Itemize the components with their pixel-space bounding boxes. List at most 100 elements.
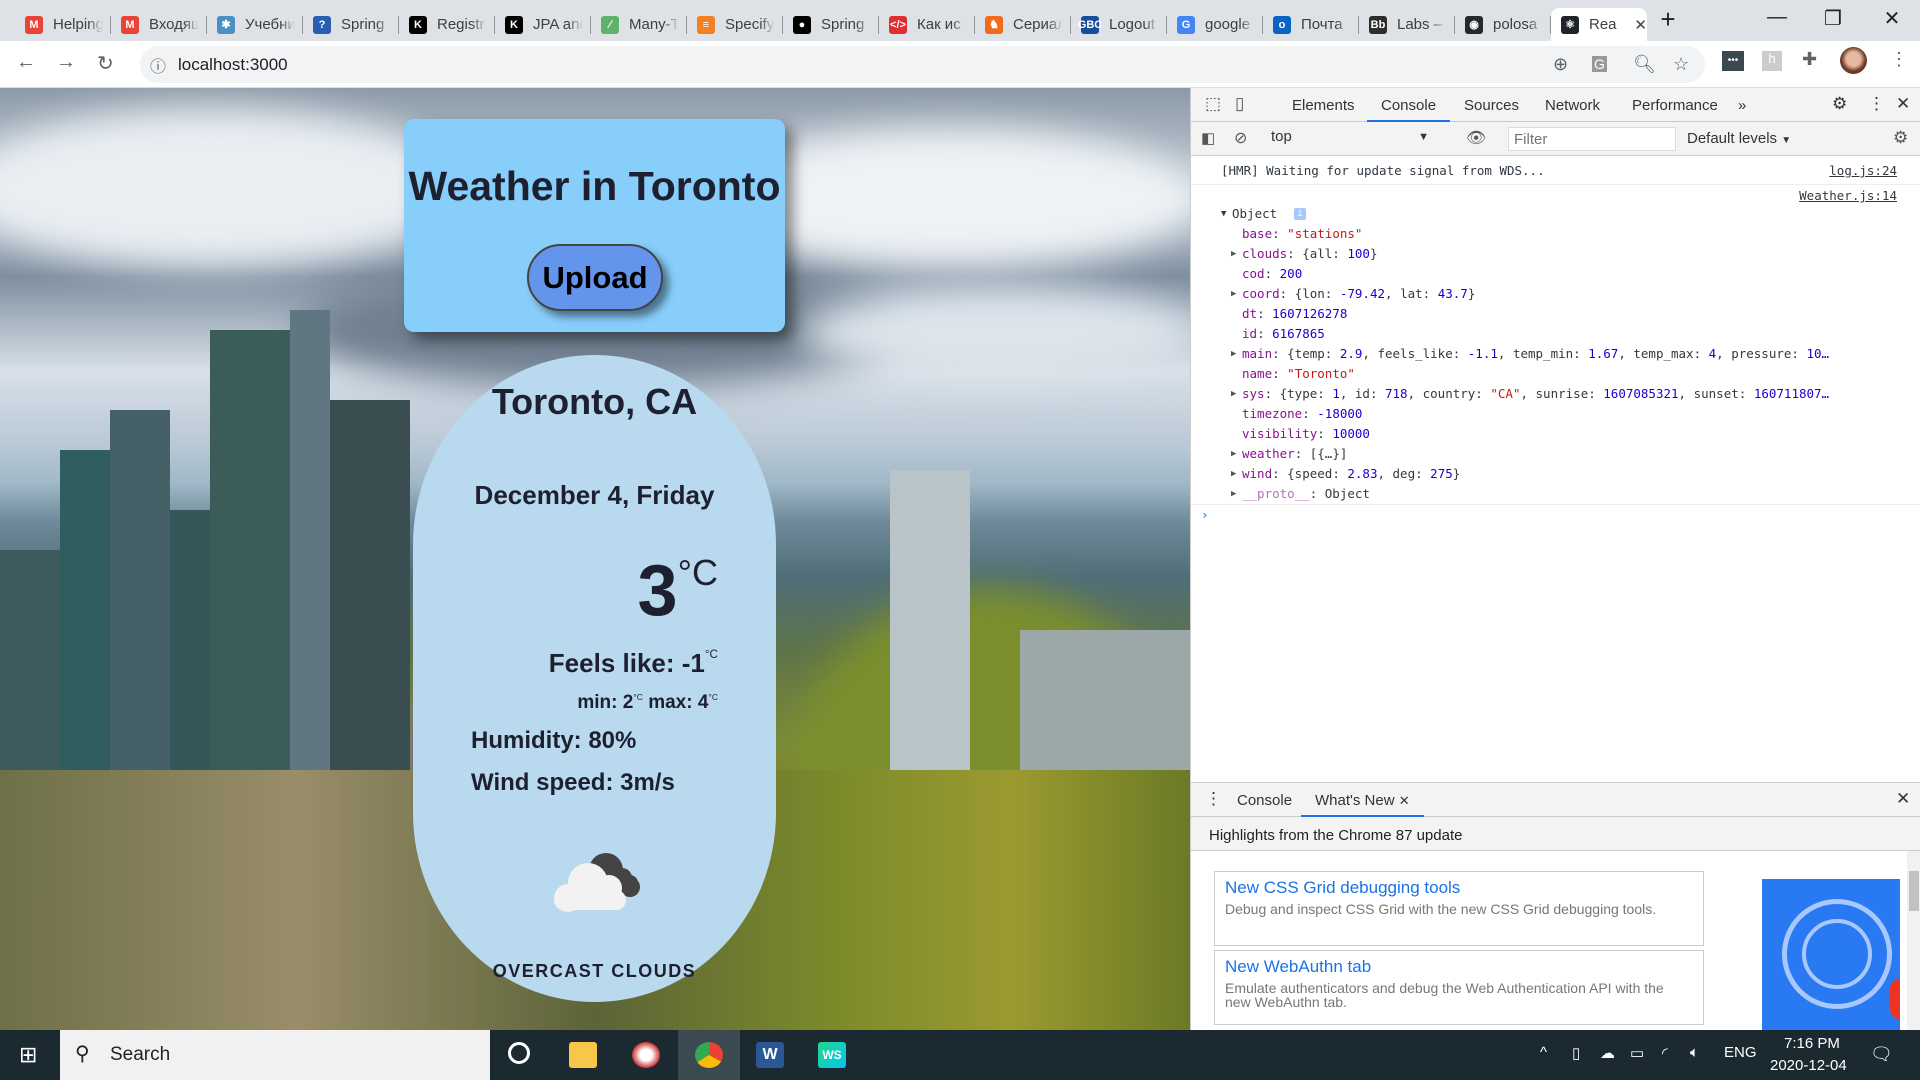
- file-explorer-icon[interactable]: [569, 1042, 597, 1068]
- expand-triangle-icon[interactable]: ▶: [1231, 484, 1236, 504]
- browser-tab[interactable]: ♞ Сериал: [975, 8, 1071, 41]
- volume-icon[interactable]: 🔈︎: [1690, 1044, 1699, 1061]
- source-link[interactable]: log.js:24: [1829, 161, 1897, 181]
- browser-tab[interactable]: GBC Logout: [1071, 8, 1167, 41]
- browser-tab[interactable]: ? Spring: [303, 8, 399, 41]
- browser-tab[interactable]: o Почта: [1263, 8, 1359, 41]
- avatar[interactable]: [1840, 47, 1867, 74]
- zoom-icon[interactable]: 🔍︎: [1633, 54, 1656, 75]
- log-levels-select[interactable]: Default levels ▼: [1687, 130, 1791, 147]
- tab-network[interactable]: Network: [1545, 97, 1600, 114]
- translate-icon[interactable]: G: [1592, 56, 1607, 72]
- honey-extension-icon[interactable]: h: [1762, 51, 1782, 71]
- taskbar-search[interactable]: ⚲ Search: [60, 1030, 490, 1080]
- drawer-tab-console[interactable]: Console: [1237, 792, 1292, 809]
- clear-console-icon[interactable]: ⊘: [1234, 128, 1247, 148]
- inspect-element-icon[interactable]: ⬚: [1205, 94, 1221, 114]
- drawer-menu-icon[interactable]: ⋮: [1205, 789, 1222, 809]
- device-toolbar-icon[interactable]: ▯: [1235, 94, 1244, 114]
- expand-triangle-icon[interactable]: ▶: [1231, 384, 1236, 404]
- tab-performance[interactable]: Performance: [1632, 97, 1718, 114]
- url-text[interactable]: localhost:3000: [178, 55, 288, 75]
- clock-time[interactable]: 7:16 PM: [1784, 1035, 1840, 1052]
- sidebar-toggle-icon[interactable]: ◧: [1201, 129, 1215, 147]
- object-property[interactable]: ▶ weather: [{…}]: [1191, 444, 1920, 464]
- console-prompt[interactable]: ›: [1191, 504, 1920, 524]
- browser-tab[interactable]: K JPA and: [495, 8, 591, 41]
- expand-triangle-icon[interactable]: ▶: [1231, 444, 1236, 464]
- source-link[interactable]: Weather.js:14: [1799, 186, 1897, 206]
- whats-new-card[interactable]: New WebAuthn tab Emulate authenticators a…: [1214, 950, 1704, 1025]
- card-title[interactable]: New WebAuthn tab: [1225, 957, 1693, 977]
- object-property[interactable]: ▶ wind: {speed: 2.83, deg: 275}: [1191, 464, 1920, 484]
- browser-tab[interactable]: Bb Labs –: [1359, 8, 1455, 41]
- close-tab-icon[interactable]: ✕: [1399, 793, 1410, 808]
- extensions-puzzle-icon[interactable]: ✚: [1802, 49, 1817, 70]
- extension-icon[interactable]: •••: [1722, 51, 1744, 71]
- language-indicator[interactable]: ENG: [1724, 1044, 1757, 1061]
- clock-date[interactable]: 2020-12-04: [1770, 1057, 1847, 1074]
- info-icon[interactable]: ⓘ: [150, 53, 166, 77]
- tab-active[interactable]: ⚛ Rea ✕: [1551, 8, 1647, 41]
- expand-triangle-icon[interactable]: ▶: [1231, 464, 1236, 484]
- omnibox[interactable]: ⓘ localhost:3000 ⊕ G 🔍︎ ☆: [140, 46, 1705, 83]
- expand-triangle-icon[interactable]: ▼: [1221, 204, 1226, 224]
- close-devtools-icon[interactable]: ✕: [1896, 94, 1910, 114]
- browser-tab[interactable]: ≡ Specify: [687, 8, 783, 41]
- object-property[interactable]: ▶ clouds: {all: 100}: [1191, 244, 1920, 264]
- expand-triangle-icon[interactable]: ▶: [1231, 244, 1236, 264]
- browser-tab[interactable]: K Registr: [399, 8, 495, 41]
- browser-tab[interactable]: ● Spring: [783, 8, 879, 41]
- more-tabs-icon[interactable]: »: [1738, 97, 1746, 114]
- card-title[interactable]: New CSS Grid debugging tools: [1225, 878, 1693, 898]
- maximize-button[interactable]: ❐: [1813, 6, 1853, 31]
- back-icon[interactable]: ←: [16, 51, 36, 74]
- close-window-button[interactable]: ✕: [1872, 6, 1912, 31]
- object-header[interactable]: ▼ Object i: [1191, 204, 1920, 224]
- word-icon[interactable]: W: [756, 1042, 784, 1068]
- webstorm-icon[interactable]: WS: [818, 1042, 846, 1068]
- install-icon[interactable]: ⊕: [1553, 54, 1568, 75]
- upload-button[interactable]: Upload: [527, 244, 663, 311]
- console-filter-input[interactable]: [1508, 127, 1676, 151]
- expand-triangle-icon[interactable]: ▶: [1231, 344, 1236, 364]
- tab-console[interactable]: Console: [1366, 97, 1451, 122]
- object-property[interactable]: ▶ __proto__: Object: [1191, 484, 1920, 504]
- browser-tab[interactable]: ∕ Many-T: [591, 8, 687, 41]
- chrome-icon[interactable]: [695, 1042, 723, 1068]
- context-select[interactable]: top ▼: [1269, 128, 1429, 150]
- browser-tab[interactable]: </> Как ис: [879, 8, 975, 41]
- close-drawer-icon[interactable]: ✕: [1896, 789, 1910, 809]
- console-settings-icon[interactable]: ⚙: [1893, 128, 1908, 148]
- browser-tab[interactable]: ◉ polosa: [1455, 8, 1551, 41]
- more-options-icon[interactable]: ⋮: [1868, 94, 1885, 114]
- browser-tab[interactable]: Ggoogle: [1167, 8, 1263, 41]
- expand-triangle-icon[interactable]: ▶: [1231, 284, 1236, 304]
- battery-icon[interactable]: ▭: [1630, 1044, 1644, 1062]
- whats-new-card[interactable]: New CSS Grid debugging tools Debug and in…: [1214, 871, 1704, 946]
- new-tab-button[interactable]: +: [1648, 4, 1688, 35]
- notifications-icon[interactable]: 🗨︎: [1870, 1044, 1893, 1065]
- object-property[interactable]: ▶ sys: {type: 1, id: 718, country: "CA", …: [1191, 384, 1920, 404]
- cortana-icon[interactable]: [508, 1042, 530, 1064]
- browser-tab[interactable]: M Helping: [15, 8, 111, 41]
- show-hidden-icons[interactable]: ^: [1540, 1044, 1547, 1061]
- forward-icon[interactable]: →: [56, 51, 76, 74]
- drawer-tab-whats-new[interactable]: What's New ✕: [1301, 792, 1424, 817]
- windows-start-icon[interactable]: ⊞: [19, 1042, 37, 1068]
- live-expression-eye-icon[interactable]: 👁︎: [1466, 128, 1486, 148]
- meet-now-icon[interactable]: ▯: [1572, 1044, 1580, 1062]
- tab-elements[interactable]: Elements: [1292, 97, 1355, 114]
- settings-gear-icon[interactable]: ⚙: [1832, 94, 1847, 114]
- tab-sources[interactable]: Sources: [1464, 97, 1519, 114]
- object-property[interactable]: ▶ coord: {lon: -79.42, lat: 43.7}: [1191, 284, 1920, 304]
- drawer-scrollbar[interactable]: [1907, 851, 1920, 1031]
- onedrive-icon[interactable]: ☁: [1600, 1044, 1615, 1062]
- snipping-tool-icon[interactable]: [632, 1042, 660, 1068]
- reload-icon[interactable]: ↻: [97, 51, 114, 76]
- bookmark-star-icon[interactable]: ☆: [1673, 54, 1689, 75]
- object-property[interactable]: ▶ main: {temp: 2.9, feels_like: -1.1, tem…: [1191, 344, 1920, 364]
- menu-icon[interactable]: ⋮: [1890, 49, 1908, 70]
- minimize-button[interactable]: —: [1757, 6, 1797, 29]
- browser-tab[interactable]: M Входящ: [111, 8, 207, 41]
